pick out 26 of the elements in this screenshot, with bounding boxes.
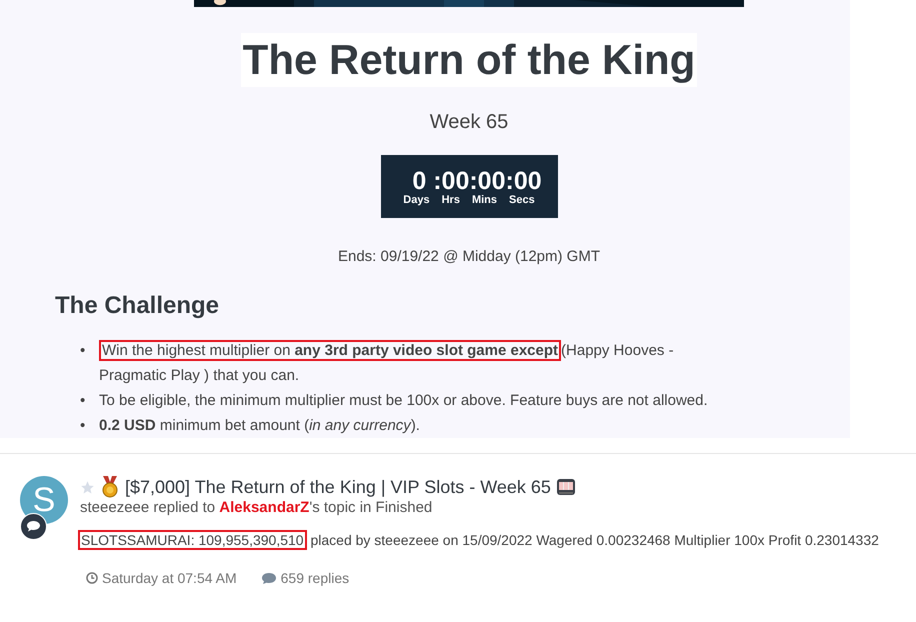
medal-icon xyxy=(100,476,120,498)
star-icon[interactable] xyxy=(80,480,95,494)
comment-badge-icon xyxy=(20,513,47,540)
bullet-marker: • xyxy=(80,416,86,436)
page-title: The Return of the King xyxy=(240,33,698,87)
countdown-unit: Hrs xyxy=(442,194,460,206)
activity-snippet: SLOTSSAMURAI: 109,955,390,510 placed by steeezeee on 15/09/2022 Wagered 0.00232468 Multiplier 100x Profit 0.23014332 xyxy=(78,532,879,548)
activity-description: steeezeee replied to AleksandarZ's topic in Finished xyxy=(80,499,434,516)
countdown-digits: 0 :00:00:00 xyxy=(412,168,542,194)
bullet-marker: • xyxy=(80,391,86,411)
reply-count: 659 replies xyxy=(280,570,350,586)
end-date: Ends: 09/19/22 @ Midday (12pm) GMT xyxy=(338,248,600,265)
week-label: Week 65 xyxy=(430,111,508,134)
slot-machine-icon xyxy=(556,477,576,497)
countdown-unit: Days xyxy=(403,194,430,206)
countdown-unit: Mins xyxy=(472,194,497,206)
bullet-text: 0.2 USD minimum bet amount (in any currency). xyxy=(99,416,421,436)
bullet-text: To be eligible, the minimum multiplier must be 100x or above. Feature buys are not allowed. xyxy=(99,391,709,411)
bullet-text: Win the highest multiplier on any 3rd party video slot game except (Happy Hooves - Pragmatic Play ) that you can. xyxy=(99,339,675,386)
speech-bubble-icon xyxy=(260,572,277,584)
section-heading: The Challenge xyxy=(55,292,220,320)
bullet-marker: • xyxy=(80,341,86,361)
topic-title[interactable]: [$7,000] The Return of the King | VIP Slots - Week 65 xyxy=(125,476,551,498)
clock-icon xyxy=(86,572,98,584)
countdown-unit: Secs xyxy=(509,194,535,206)
post-time: Saturday at 07:54 AM xyxy=(102,570,237,586)
